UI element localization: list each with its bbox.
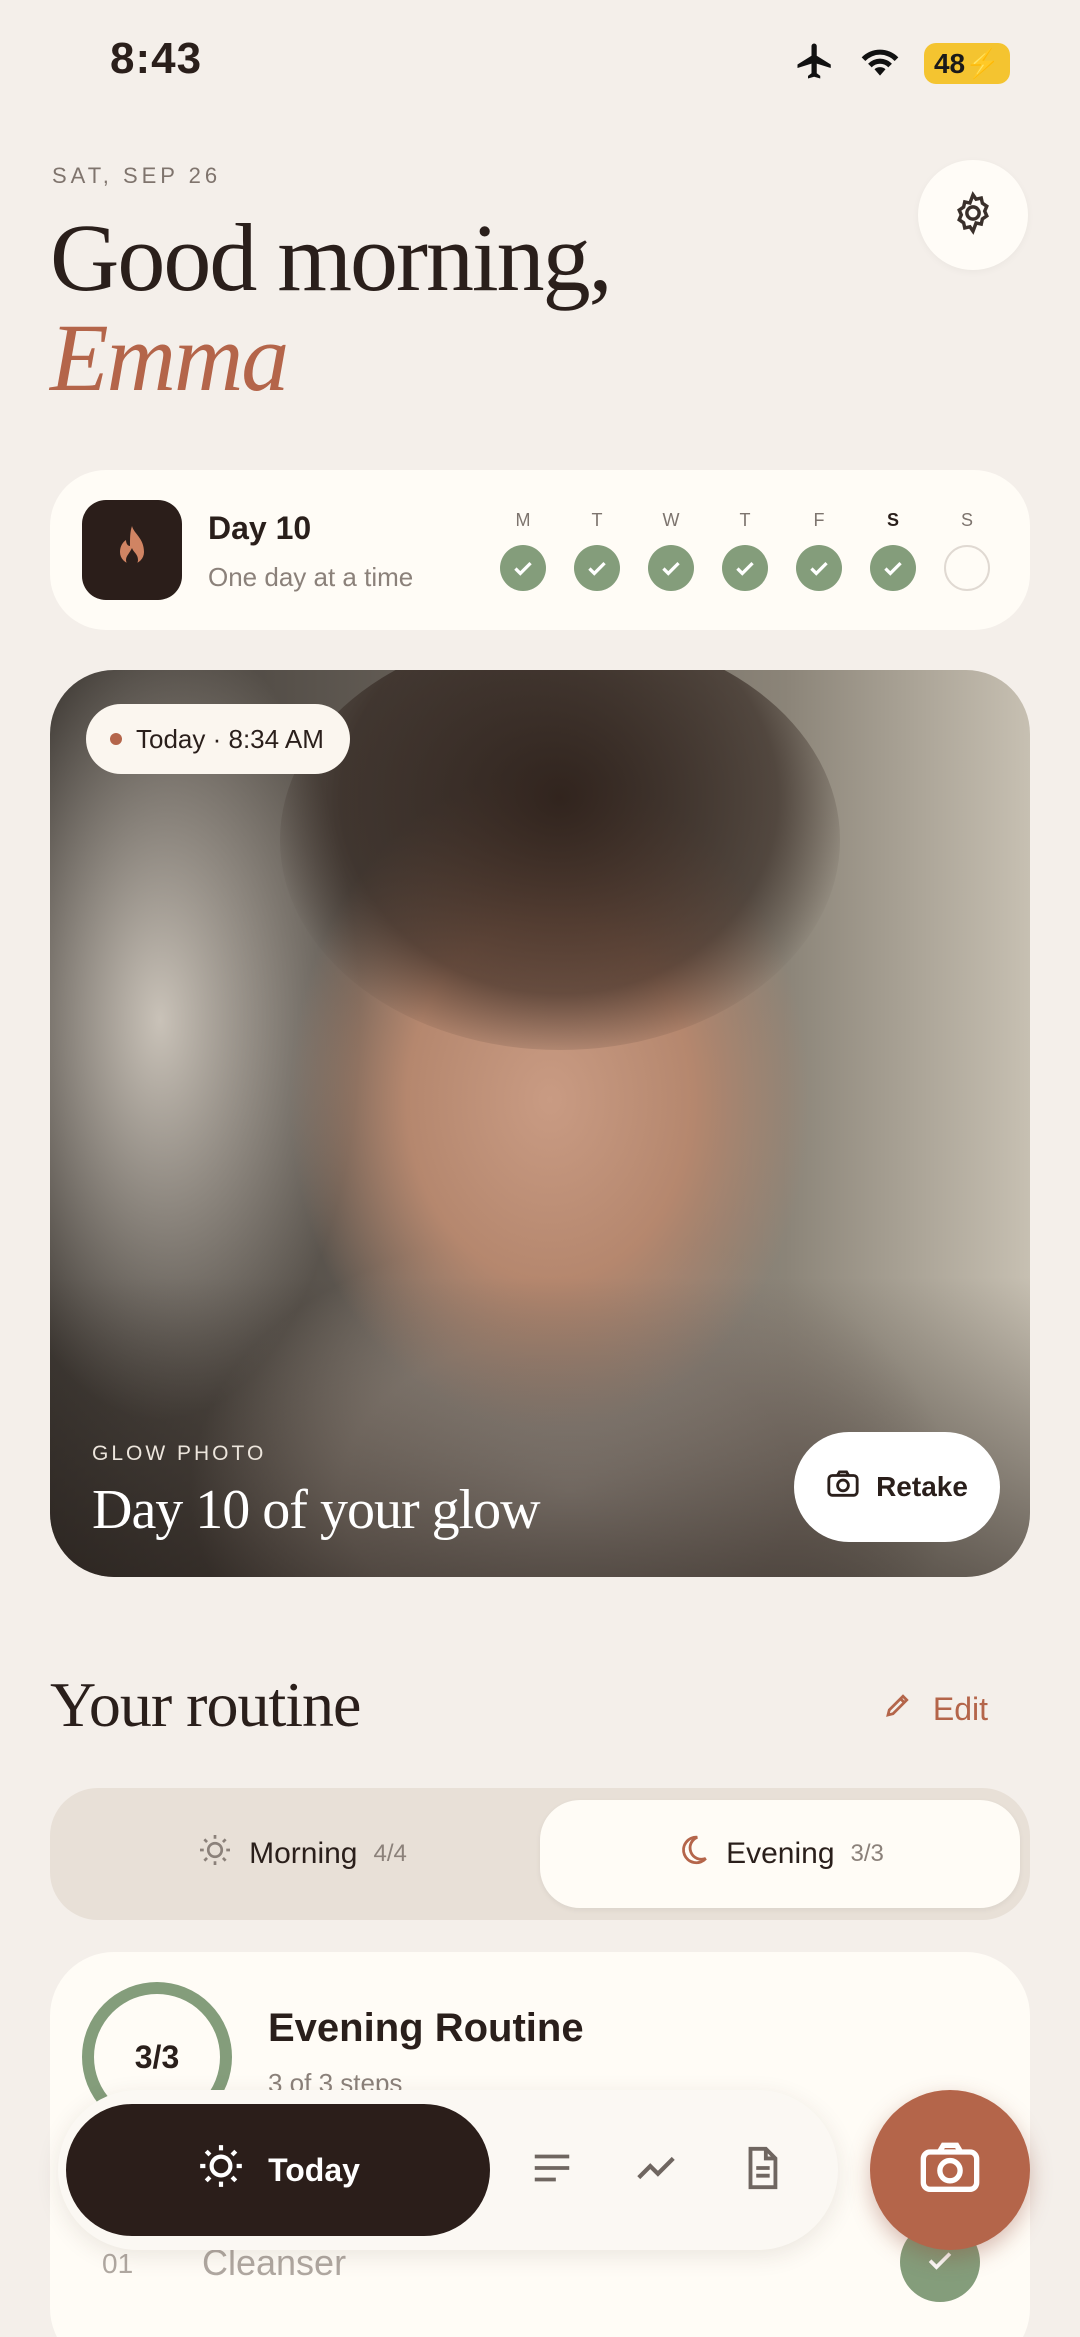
gear-icon (950, 190, 996, 241)
streak-day-title: Day 10 (208, 510, 312, 546)
nav-routines-button[interactable] (522, 2140, 582, 2200)
streak-card[interactable]: Day 10 One day at a time M T W T F S S (50, 470, 1030, 630)
routine-tabs: Morning 4/4 Evening 3/3 (50, 1788, 1030, 1920)
airplane-icon (794, 40, 836, 87)
photo-caption: Day 10 of your glow (92, 1479, 541, 1541)
settings-button[interactable] (918, 160, 1028, 270)
check-icon (736, 561, 754, 576)
camera-icon (918, 2140, 982, 2201)
week-tracker: MTWTFSS (500, 510, 990, 591)
day-complete-dot (574, 545, 620, 591)
tab-evening-count: 3/3 (850, 1840, 884, 1867)
status-dot (110, 733, 122, 745)
moon-icon (676, 1833, 710, 1875)
trend-icon (633, 2145, 679, 2196)
photo-timestamp: Today · 8:34 AM (136, 723, 324, 754)
status-icons: 48⚡ (794, 40, 1010, 87)
day-letter: S (886, 510, 899, 530)
day-column: S (870, 510, 916, 591)
day-complete-dot (648, 545, 694, 591)
streak-subtitle: One day at a time (208, 562, 414, 592)
day-complete-dot (722, 545, 768, 591)
day-complete-dot (796, 545, 842, 591)
user-name: Emma (50, 304, 289, 411)
tab-morning-count: 4/4 (373, 1840, 407, 1867)
check-icon (514, 561, 532, 576)
day-letter: T (591, 510, 603, 530)
edit-label: Edit (932, 1690, 988, 1727)
photo-timestamp-pill: Today · 8:34 AM (86, 704, 350, 774)
nav-today-label: Today (268, 2151, 360, 2188)
day-complete-dot (870, 545, 916, 591)
pencil-icon (883, 1690, 913, 1728)
edit-routine-button[interactable]: Edit (883, 1690, 988, 1728)
status-time: 8:43 (110, 34, 203, 83)
day-column: M (500, 510, 546, 591)
check-icon (588, 561, 606, 576)
nav-today-button[interactable]: Today (66, 2104, 490, 2236)
list-icon (529, 2145, 575, 2196)
photo-label: GLOW PHOTO (92, 1442, 267, 1465)
day-column: S (944, 510, 990, 591)
check-icon (662, 561, 680, 576)
day-complete-dot (500, 545, 546, 591)
date-label: SAT, SEP 26 (52, 163, 222, 188)
day-letter: W (662, 510, 680, 530)
day-column: F (796, 510, 842, 591)
glow-photo-card[interactable]: Today · 8:34 AM GLOW PHOTO Day 10 of you… (50, 670, 1030, 1577)
routine-card-title: Evening Routine (268, 2006, 584, 2050)
day-letter: F (813, 510, 825, 530)
day-letter: M (515, 510, 531, 530)
camera-icon (826, 1469, 860, 1506)
greeting-text: Good morning, (50, 204, 613, 311)
sun-icon (197, 1832, 233, 1876)
day-column: T (722, 510, 768, 591)
day-letter: S (960, 510, 973, 530)
retake-label: Retake (876, 1471, 968, 1502)
flame-icon (112, 524, 152, 577)
retake-button[interactable]: Retake (794, 1432, 1000, 1542)
battery-level: 48 (933, 48, 966, 79)
wifi-icon (858, 43, 902, 84)
check-icon (810, 561, 828, 576)
day-letter: T (739, 510, 751, 530)
check-icon (884, 561, 902, 576)
flame-badge (82, 500, 182, 600)
day-pending-dot (944, 545, 990, 591)
nav-notes-button[interactable] (732, 2140, 792, 2200)
tab-morning[interactable]: Morning 4/4 (62, 1800, 542, 1908)
day-column: T (574, 510, 620, 591)
battery-indicator: 48⚡ (923, 43, 1010, 84)
bottom-nav: Today (58, 2090, 838, 2250)
sun-icon (196, 2141, 246, 2199)
routine-title: Your routine (50, 1669, 361, 1740)
nav-progress-button[interactable] (626, 2140, 686, 2200)
document-icon (739, 2145, 785, 2196)
tab-evening[interactable]: Evening 3/3 (540, 1800, 1020, 1908)
tab-morning-label: Morning (249, 1837, 358, 1870)
camera-fab-button[interactable] (870, 2090, 1030, 2250)
tab-evening-label: Evening (726, 1837, 835, 1870)
progress-text: 3/3 (134, 2038, 180, 2075)
day-column: W (648, 510, 694, 591)
step-number: 01 (102, 2248, 134, 2279)
